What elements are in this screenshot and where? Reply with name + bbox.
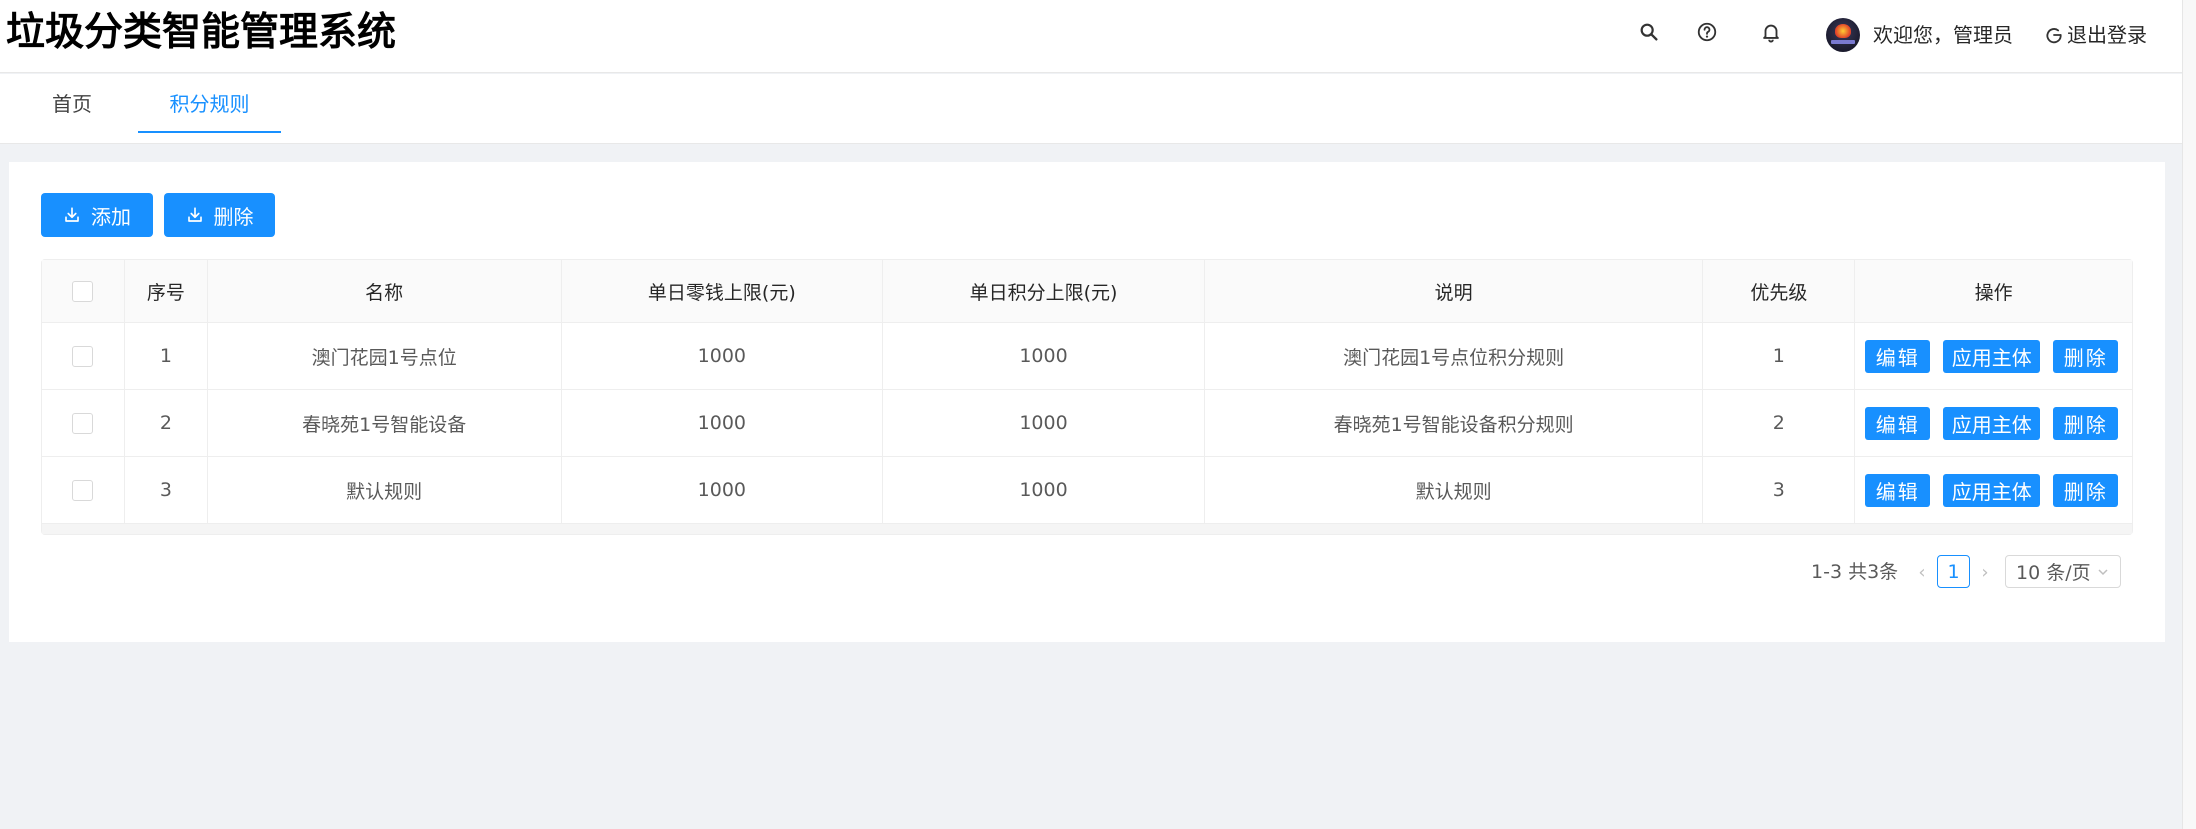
- chevron-down-icon: [2098, 568, 2108, 575]
- cell-index: 3: [125, 457, 208, 523]
- logout-button[interactable]: 退出登录: [2044, 20, 2147, 50]
- app-header: 垃圾分类智能管理系统 欢迎您，管理员 退出登录: [0, 0, 2182, 73]
- col-header-description: 说明: [1205, 260, 1704, 322]
- apply-subject-button[interactable]: 应用主体: [1943, 473, 2041, 507]
- download-icon: [65, 207, 79, 222]
- apply-subject-button[interactable]: 应用主体: [1943, 339, 2041, 373]
- col-header-actions: 操作: [1974, 281, 2013, 304]
- cell-priority: 3: [1703, 457, 1856, 523]
- logout-icon: [2046, 28, 2062, 44]
- row-checkbox[interactable]: [72, 345, 94, 367]
- bell-icon[interactable]: [1756, 17, 1786, 47]
- cell-name: 默认规则: [208, 457, 562, 523]
- add-button-label: 添加: [91, 204, 131, 229]
- cell-priority: 1: [1703, 323, 1856, 389]
- content-card: 添加 删除 序号 名称 单日零钱上限(元) 单日积分上限(元) 说明 优先级 操…: [9, 162, 2165, 642]
- cell-description: 默认规则: [1205, 457, 1704, 523]
- col-header-cash-limit: 单日零钱上限(元): [562, 260, 884, 322]
- tab-home[interactable]: 首页: [36, 74, 108, 134]
- cell-index: 2: [125, 390, 208, 456]
- delete-button[interactable]: 删除: [164, 193, 275, 237]
- cell-name: 澳门花园1号点位: [208, 323, 562, 389]
- page-scrollbar[interactable]: [2182, 0, 2196, 829]
- row-delete-button[interactable]: 删除: [2053, 473, 2119, 507]
- cell-name: 春晓苑1号智能设备: [208, 390, 562, 456]
- rules-table: 序号 名称 单日零钱上限(元) 单日积分上限(元) 说明 优先级 操作 1 澳门…: [41, 259, 2133, 535]
- logout-label: 退出登录: [2067, 23, 2147, 47]
- add-button[interactable]: 添加: [41, 193, 153, 237]
- row-delete-button[interactable]: 删除: [2053, 339, 2119, 373]
- edit-button[interactable]: 编辑: [1865, 339, 1931, 373]
- edit-button[interactable]: 编辑: [1865, 473, 1931, 507]
- edit-button[interactable]: 编辑: [1865, 406, 1931, 440]
- table-row: 2 春晓苑1号智能设备 1000 1000 春晓苑1号智能设备积分规则 2 编辑…: [42, 390, 2132, 457]
- row-delete-button[interactable]: 删除: [2053, 406, 2119, 440]
- col-header-priority: 优先级: [1703, 260, 1856, 322]
- col-header-index: 序号: [125, 260, 208, 322]
- tab-bar: 首页 积分规则: [0, 74, 2182, 144]
- cell-cash-limit: 1000: [562, 457, 884, 523]
- delete-button-label: 删除: [213, 204, 254, 229]
- col-header-points-limit: 单日积分上限(元): [883, 260, 1205, 322]
- next-page-icon[interactable]: ›: [1975, 559, 1995, 585]
- table-horizontal-scrollbar[interactable]: [42, 524, 2132, 534]
- cell-actions: 编辑 应用主体 删除: [1855, 457, 2132, 523]
- cell-priority: 2: [1703, 390, 1856, 456]
- app-title: 垃圾分类智能管理系统: [6, 10, 397, 55]
- row-checkbox[interactable]: [72, 412, 94, 434]
- download-icon: [187, 207, 202, 222]
- table-row: 3 默认规则 1000 1000 默认规则 3 编辑 应用主体 删除: [42, 457, 2132, 524]
- apply-subject-button[interactable]: 应用主体: [1943, 406, 2041, 440]
- welcome-text: 欢迎您，管理员: [1873, 23, 2013, 47]
- page-size-value: 10 条/页: [2016, 562, 2091, 584]
- row-checkbox[interactable]: [72, 479, 94, 501]
- cell-points-limit: 1000: [883, 390, 1205, 456]
- page-size-select[interactable]: 10 条/页: [2005, 555, 2121, 588]
- cell-actions: 编辑 应用主体 删除: [1855, 390, 2132, 456]
- avatar[interactable]: [1826, 18, 1860, 52]
- cell-description: 澳门花园1号点位积分规则: [1205, 323, 1704, 389]
- pagination-total: 1-3 共3条: [1811, 561, 1899, 583]
- prev-page-icon[interactable]: ‹: [1912, 559, 1932, 585]
- pagination-page-1[interactable]: 1: [1937, 555, 1970, 588]
- search-icon[interactable]: [1634, 17, 1664, 47]
- cell-points-limit: 1000: [883, 323, 1205, 389]
- table-row: 1 澳门花园1号点位 1000 1000 澳门花园1号点位积分规则 1 编辑 应…: [42, 323, 2132, 390]
- cell-cash-limit: 1000: [562, 390, 884, 456]
- tab-points-rules[interactable]: 积分规则: [138, 74, 281, 133]
- cell-points-limit: 1000: [883, 457, 1205, 523]
- cell-actions: 编辑 应用主体 删除: [1855, 323, 2132, 389]
- table-header: 序号 名称 单日零钱上限(元) 单日积分上限(元) 说明 优先级 操作: [42, 260, 2132, 323]
- cell-description: 春晓苑1号智能设备积分规则: [1205, 390, 1704, 456]
- select-all-checkbox[interactable]: [72, 280, 94, 302]
- cell-cash-limit: 1000: [562, 323, 884, 389]
- cell-index: 1: [125, 323, 208, 389]
- col-header-name: 名称: [208, 260, 562, 322]
- question-icon[interactable]: [1692, 17, 1722, 47]
